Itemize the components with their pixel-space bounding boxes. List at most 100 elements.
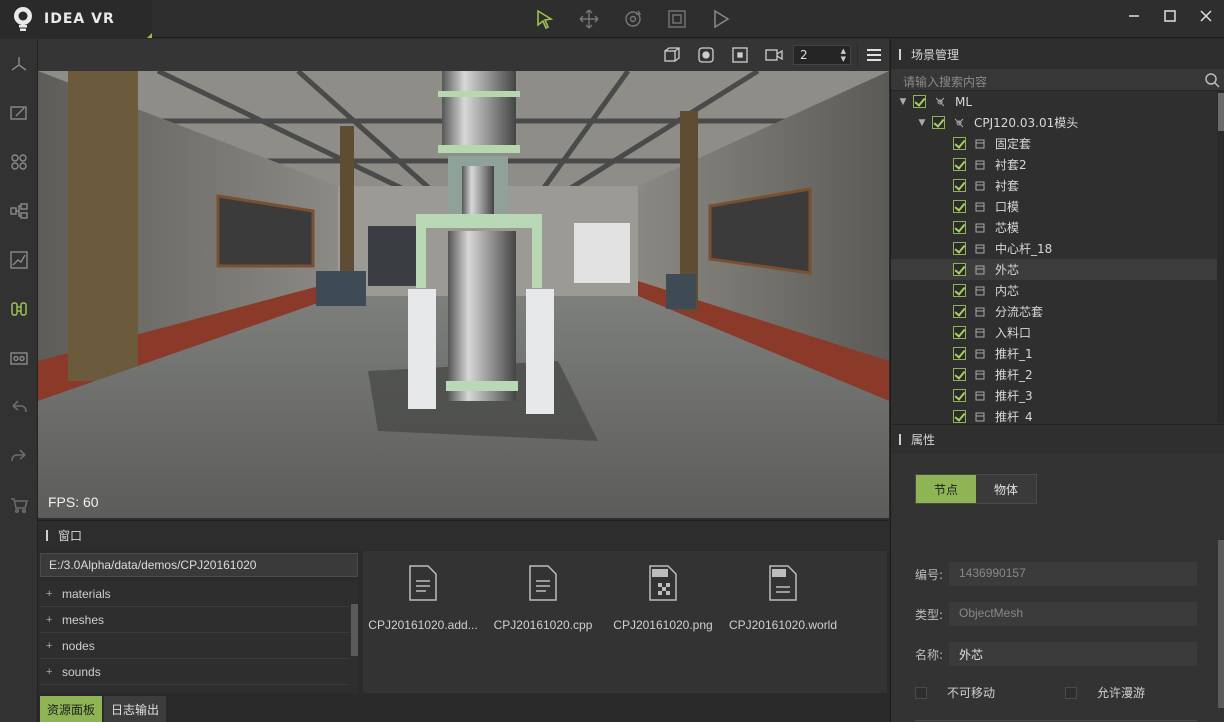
visibility-checkbox[interactable] bbox=[953, 368, 966, 381]
tree-node-item[interactable]: 口模 bbox=[891, 196, 1217, 217]
visibility-checkbox[interactable] bbox=[953, 200, 966, 213]
tree-node-item[interactable]: 推杆_4 bbox=[891, 406, 1217, 423]
expand-plus-icon[interactable]: + bbox=[46, 588, 62, 600]
3d-viewport[interactable]: FPS: 60 bbox=[38, 71, 889, 518]
visibility-checkbox[interactable] bbox=[953, 347, 966, 360]
maximize-icon[interactable] bbox=[1152, 0, 1188, 32]
collapse-arrow-icon[interactable]: ▼ bbox=[897, 97, 909, 107]
chart-icon[interactable] bbox=[0, 235, 38, 284]
tab-log-output[interactable]: 日志输出 bbox=[104, 696, 167, 722]
select-tool-icon[interactable] bbox=[530, 5, 560, 33]
visibility-checkbox[interactable] bbox=[953, 284, 966, 297]
tree-node-item[interactable]: 入料口 bbox=[891, 322, 1217, 343]
tree-node-item-selected[interactable]: 外芯 bbox=[891, 259, 1217, 280]
properties-panel-title: 属性 bbox=[911, 433, 936, 447]
minimize-icon[interactable] bbox=[1116, 0, 1152, 32]
perspective-cube-icon[interactable] bbox=[655, 43, 689, 67]
center-view-icon[interactable] bbox=[723, 43, 757, 67]
resource-path-field[interactable]: E:/3.0Alpha/data/demos/CPJ20161020 bbox=[40, 553, 358, 577]
tab-node[interactable]: 节点 bbox=[916, 475, 976, 503]
allow-roam-checkbox[interactable]: 允许漫游 bbox=[1065, 684, 1145, 701]
tree-node-group[interactable]: ▼ CPJ120.03.01模头 bbox=[891, 112, 1217, 133]
expand-plus-icon[interactable]: + bbox=[46, 614, 62, 626]
scrollbar-thumb[interactable] bbox=[1218, 93, 1224, 131]
visibility-checkbox[interactable] bbox=[953, 263, 966, 276]
rotate-tool-icon[interactable] bbox=[618, 5, 648, 33]
move-tool-icon[interactable] bbox=[574, 5, 604, 33]
tree-node-item[interactable]: 推杆_2 bbox=[891, 364, 1217, 385]
checkbox-box[interactable] bbox=[915, 686, 927, 699]
folder-item[interactable]: + materials bbox=[40, 581, 350, 607]
play-icon[interactable] bbox=[706, 5, 736, 33]
axis-icon[interactable] bbox=[0, 39, 38, 88]
folder-scrollbar[interactable] bbox=[351, 604, 358, 656]
visibility-checkbox[interactable] bbox=[953, 179, 966, 192]
mesh-icon bbox=[975, 160, 985, 169]
tree-node-item[interactable]: 推杆_3 bbox=[891, 385, 1217, 406]
mesh-icon bbox=[975, 202, 985, 211]
tree-node-item[interactable]: 衬套 bbox=[891, 175, 1217, 196]
components-icon[interactable] bbox=[0, 137, 38, 186]
tree-node-root[interactable]: ▼ ML bbox=[891, 91, 1217, 112]
mesh-icon bbox=[975, 223, 985, 232]
tree-node-item[interactable]: 衬套2 bbox=[891, 154, 1217, 175]
tree-node-label: 固定套 bbox=[995, 137, 1032, 151]
folder-item[interactable]: + meshes bbox=[40, 607, 350, 633]
file-item[interactable]: CPJ20161020.add... bbox=[363, 565, 483, 632]
redo-icon[interactable] bbox=[0, 431, 38, 480]
tree-node-item[interactable]: 内芯 bbox=[891, 280, 1217, 301]
immovable-label: 不可移动 bbox=[947, 686, 996, 700]
scene-search-input[interactable]: 请输入搜索内容 bbox=[903, 73, 987, 90]
properties-scrollbar[interactable] bbox=[1218, 540, 1224, 708]
visibility-checkbox[interactable] bbox=[953, 305, 966, 318]
visibility-checkbox[interactable] bbox=[953, 410, 966, 423]
store-icon[interactable] bbox=[0, 480, 38, 529]
type-label: 类型: bbox=[915, 607, 944, 622]
folder-item[interactable]: + nodes bbox=[40, 633, 350, 659]
visibility-checkbox[interactable] bbox=[953, 137, 966, 150]
immovable-checkbox[interactable]: 不可移动 bbox=[915, 684, 995, 701]
expand-plus-icon[interactable]: + bbox=[46, 666, 62, 678]
tree-node-label: 衬套 bbox=[995, 179, 1020, 193]
spinner-arrows-icon[interactable]: ▲ ▼ bbox=[841, 47, 846, 63]
undo-icon[interactable] bbox=[0, 382, 38, 431]
checkbox-box[interactable] bbox=[1065, 686, 1077, 699]
file-item[interactable]: CPJ20161020.cpp bbox=[483, 565, 603, 632]
visibility-checkbox[interactable] bbox=[953, 389, 966, 402]
camera-focus-icon[interactable] bbox=[689, 43, 723, 67]
tree-node-item[interactable]: 分流芯套 bbox=[891, 301, 1217, 322]
media-icon[interactable] bbox=[0, 333, 38, 382]
scale-tool-icon[interactable] bbox=[662, 5, 692, 33]
tree-node-item[interactable]: 推杆_1 bbox=[891, 343, 1217, 364]
visibility-checkbox[interactable] bbox=[913, 95, 926, 108]
file-item[interactable]: CPJ20161020.world bbox=[723, 565, 843, 632]
scene-search-bar[interactable]: 请输入搜索内容 bbox=[891, 69, 1224, 91]
visibility-checkbox[interactable] bbox=[953, 158, 966, 171]
mesh-icon bbox=[975, 286, 985, 295]
expand-plus-icon[interactable]: + bbox=[46, 640, 62, 652]
search-icon[interactable] bbox=[1203, 71, 1221, 89]
tree-node-label: 推杆_4 bbox=[995, 410, 1033, 423]
tab-resource-panel[interactable]: 资源面板 bbox=[40, 696, 103, 722]
tree-node-item[interactable]: 中心杆_18 bbox=[891, 238, 1217, 259]
hierarchy-icon[interactable] bbox=[0, 186, 38, 235]
edit-icon[interactable] bbox=[0, 88, 38, 137]
file-item[interactable]: CPJ20161020.png bbox=[603, 565, 723, 632]
folder-item[interactable]: + sounds bbox=[40, 659, 350, 685]
tab-object[interactable]: 物体 bbox=[976, 475, 1036, 503]
visibility-checkbox[interactable] bbox=[932, 116, 945, 129]
name-field[interactable]: 外芯 bbox=[949, 642, 1197, 666]
visibility-checkbox[interactable] bbox=[953, 242, 966, 255]
tree-node-item[interactable]: 芯模 bbox=[891, 217, 1217, 238]
hamburger-menu-icon[interactable] bbox=[857, 43, 889, 67]
scene-tree-scrollbar[interactable] bbox=[1217, 91, 1224, 423]
visibility-checkbox[interactable] bbox=[953, 221, 966, 234]
video-camera-icon[interactable] bbox=[757, 43, 791, 67]
tree-node-item[interactable]: 固定套 bbox=[891, 133, 1217, 154]
id-label: 编号: bbox=[915, 567, 944, 582]
visibility-checkbox[interactable] bbox=[953, 326, 966, 339]
close-icon[interactable] bbox=[1188, 0, 1224, 32]
collapse-arrow-icon[interactable]: ▼ bbox=[916, 118, 928, 128]
physics-icon[interactable] bbox=[0, 284, 38, 333]
camera-count-spinner[interactable]: 2 ▲ ▼ bbox=[793, 45, 851, 65]
